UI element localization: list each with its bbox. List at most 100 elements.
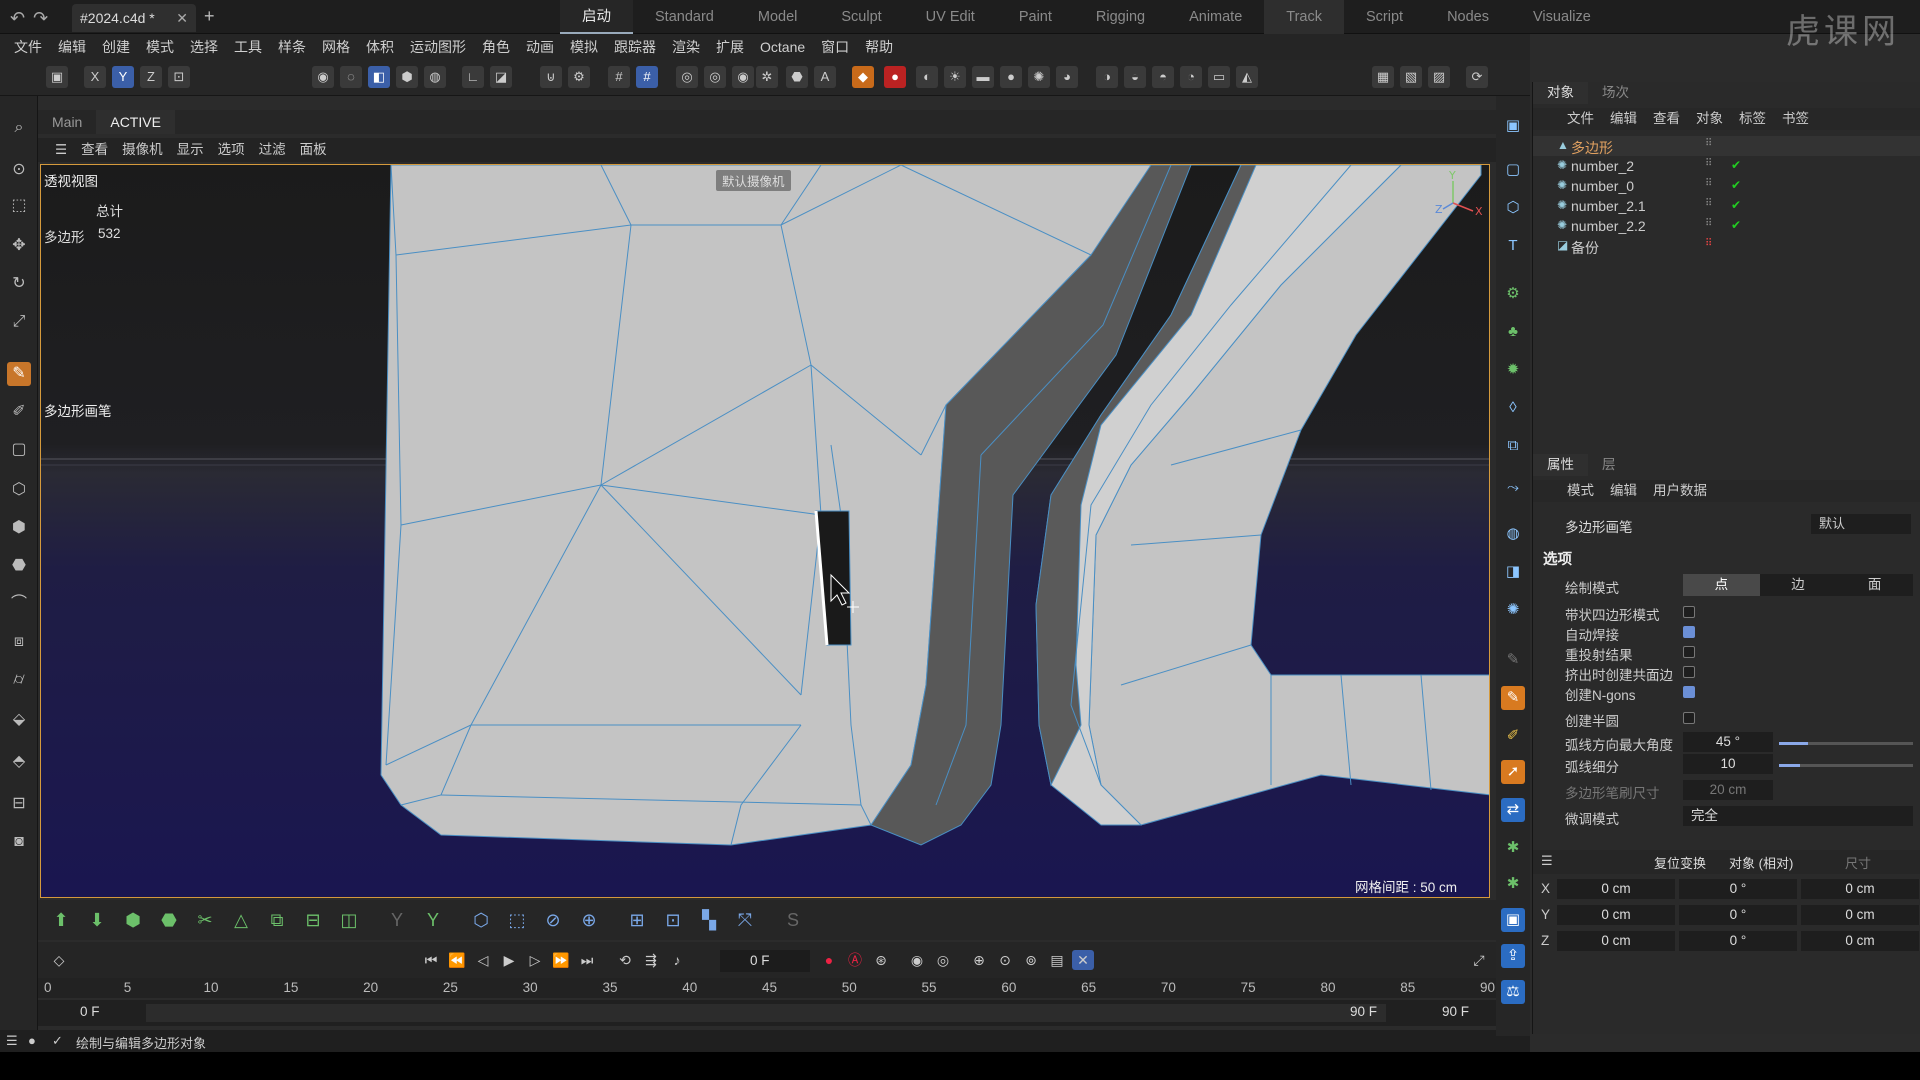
- workplane-icon[interactable]: #: [636, 66, 658, 88]
- om-menu-view[interactable]: 查看: [1645, 108, 1688, 130]
- close-icon[interactable]: ✕: [176, 10, 188, 27]
- layout-tab-sculpt[interactable]: Sculpt: [819, 0, 903, 34]
- new-tab-icon[interactable]: +: [204, 6, 215, 27]
- bridge-icon[interactable]: ⬣: [156, 907, 182, 933]
- effector-icon[interactable]: ✹: [1501, 358, 1525, 382]
- transfer-icon[interactable]: ⊕: [576, 907, 602, 933]
- record-icon[interactable]: ●: [884, 66, 906, 88]
- keyframe-diamond-icon[interactable]: ◇: [48, 950, 70, 970]
- coordinates-menu-icon[interactable]: ☰: [1541, 853, 1553, 869]
- pen-icon[interactable]: ✐: [7, 400, 31, 424]
- menu-character[interactable]: 角色: [474, 34, 518, 60]
- symmetry-icon[interactable]: ◎: [704, 66, 726, 88]
- visibility-dots[interactable]: ⠿: [1705, 218, 1712, 229]
- am-menu-mode[interactable]: 模式: [1559, 480, 1602, 502]
- tweak-mode-dropdown[interactable]: 完全: [1683, 806, 1913, 826]
- draw-mode-polygon[interactable]: 面: [1836, 574, 1913, 596]
- position-z-field[interactable]: 0 cm: [1557, 931, 1675, 951]
- render-view-icon[interactable]: ⬣: [786, 66, 808, 88]
- rotation-y-field[interactable]: 0 °: [1679, 905, 1797, 925]
- visibility-dots[interactable]: ⠿: [1705, 158, 1712, 169]
- snap-icon[interactable]: ⊍: [540, 66, 562, 88]
- keyframe-selection-icon[interactable]: ⊛: [870, 950, 892, 970]
- measure-icon[interactable]: ⊟: [7, 792, 31, 816]
- menu-tracker[interactable]: 跟踪器: [606, 34, 664, 60]
- points-mode-icon[interactable]: ◌: [340, 66, 362, 88]
- bend-icon[interactable]: ⌒: [7, 592, 31, 616]
- light-object-icon-2[interactable]: ✺: [1501, 598, 1525, 622]
- menu-mode[interactable]: 模式: [138, 34, 182, 60]
- sphere-icon[interactable]: ●: [1000, 66, 1022, 88]
- menu-file[interactable]: 文件: [6, 34, 50, 60]
- tab-takes[interactable]: 场次: [1588, 82, 1643, 104]
- rotation-z-field[interactable]: 0 °: [1679, 931, 1797, 951]
- tab-objects[interactable]: 对象: [1533, 82, 1588, 104]
- checker-icon[interactable]: ▚: [696, 907, 722, 933]
- subdivision-icon[interactable]: ⬣: [7, 554, 31, 578]
- axis-mode-icon[interactable]: ∟: [462, 66, 484, 88]
- render-settings-icon[interactable]: ▨: [1428, 66, 1450, 88]
- om-menu-edit[interactable]: 编辑: [1602, 108, 1645, 130]
- environment-icon[interactable]: ◓: [1152, 66, 1174, 88]
- bevel-icon[interactable]: ⬢: [120, 907, 146, 933]
- polygon-group-icon[interactable]: ⬡: [468, 907, 494, 933]
- cylinder-icon[interactable]: ⌭: [7, 668, 31, 692]
- viewport-layout-icon[interactable]: ▣: [1501, 114, 1525, 138]
- floor-icon[interactable]: ◒: [1124, 66, 1146, 88]
- size-z-field[interactable]: 0 cm: [1801, 931, 1919, 951]
- object-row-number-0[interactable]: ✺ number_0 ⠿ ✔: [1533, 176, 1920, 196]
- enabled-check-icon[interactable]: ✔: [1731, 218, 1741, 232]
- undo-icon[interactable]: ↶: [10, 8, 25, 28]
- draw-mode-edge[interactable]: 边: [1760, 574, 1837, 596]
- connect-icon[interactable]: Y: [420, 907, 446, 933]
- viewport-menu-panel[interactable]: 面板: [293, 138, 334, 162]
- enabled-check-icon[interactable]: ✔: [1731, 198, 1741, 212]
- light-object-icon[interactable]: ◭: [1236, 66, 1258, 88]
- axis-x-button[interactable]: X: [84, 66, 106, 88]
- menu-animate[interactable]: 动画: [518, 34, 562, 60]
- hair-icon[interactable]: ✱: [1501, 836, 1525, 860]
- go-to-start-icon[interactable]: ⏮: [420, 950, 442, 970]
- object-row-number-2-1[interactable]: ✺ number_2.1 ⠿ ✔: [1533, 196, 1920, 216]
- status-menu-icon[interactable]: ☰: [6, 1033, 18, 1049]
- enabled-check-icon[interactable]: ✔: [1731, 158, 1741, 172]
- polygon-pen-tool-icon[interactable]: ✎: [7, 362, 31, 386]
- layout-tab-track[interactable]: Track: [1264, 0, 1344, 34]
- settings-gear-icon[interactable]: ✲: [756, 66, 778, 88]
- layout-tab-visualize[interactable]: Visualize: [1511, 0, 1613, 34]
- axis-z-button[interactable]: Z: [140, 66, 162, 88]
- material-icon[interactable]: ▬: [972, 66, 994, 88]
- locking-icon[interactable]: ◎: [676, 66, 698, 88]
- object-row-number-2-2[interactable]: ✺ number_2.2 ⠿ ✔: [1533, 216, 1920, 236]
- layout-tab-model[interactable]: Model: [736, 0, 820, 34]
- enabled-check-icon[interactable]: ✔: [1731, 178, 1741, 192]
- viewport-menu-view[interactable]: 查看: [74, 138, 115, 162]
- layout-tab-paint[interactable]: Paint: [997, 0, 1074, 34]
- preview-end-field[interactable]: 90 F: [1350, 1004, 1377, 1019]
- layout-tab-nodes[interactable]: Nodes: [1425, 0, 1511, 34]
- sound-icon[interactable]: ♪: [666, 950, 688, 970]
- loop-icon[interactable]: ⟲: [614, 950, 636, 970]
- layout-tab-standard[interactable]: Standard: [633, 0, 736, 34]
- light-icon[interactable]: ✺: [1028, 66, 1050, 88]
- polygons-mode-icon[interactable]: ⬢: [396, 66, 418, 88]
- camera-view-icon[interactable]: ◙: [7, 830, 31, 854]
- render-to-picture-viewer-icon[interactable]: ▦: [1372, 66, 1394, 88]
- om-menu-bookmarks[interactable]: 书签: [1774, 108, 1817, 130]
- document-tab[interactable]: #2024.c4d * ✕: [72, 4, 196, 32]
- menu-edit[interactable]: 编辑: [50, 34, 94, 60]
- null-object-icon[interactable]: ▢: [1501, 158, 1525, 182]
- clone-icon[interactable]: ⧉: [264, 907, 290, 933]
- option-checkbox-semicircle[interactable]: [1683, 712, 1695, 724]
- visibility-dots-red[interactable]: ⠿: [1705, 238, 1712, 249]
- shader-icon[interactable]: ◕: [1056, 66, 1078, 88]
- live-selection-icon[interactable]: ⬚: [7, 194, 31, 218]
- visibility-dots[interactable]: ⠿: [1705, 178, 1712, 189]
- extrude-icon[interactable]: ⬆: [48, 907, 74, 933]
- menu-help[interactable]: 帮助: [857, 34, 901, 60]
- spline-icon[interactable]: S: [780, 907, 806, 933]
- edges-mode-icon[interactable]: ◧: [368, 66, 390, 88]
- grid-icon[interactable]: #: [608, 66, 630, 88]
- paint-brush-icon[interactable]: ✐: [1501, 724, 1525, 748]
- key-rotation-icon[interactable]: ◎: [932, 950, 954, 970]
